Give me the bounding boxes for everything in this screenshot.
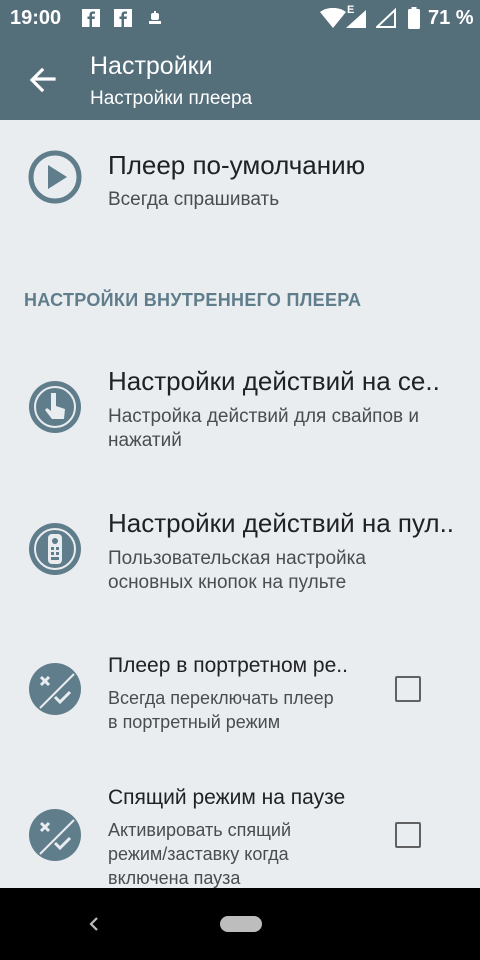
app-bar: Настройки Настройки плеера: [0, 36, 480, 120]
pref-sleep-on-pause[interactable]: Спящий режим на паузе Активировать спящи…: [0, 780, 480, 888]
pref-summary-line: Настройка действий для свайпов и: [108, 406, 420, 427]
pref-gesture-actions[interactable]: Настройки действий на се.. Настройка дей…: [0, 352, 480, 472]
pref-title: Настройки действий на пул..: [108, 508, 455, 538]
wifi-icon: [320, 8, 346, 28]
pref-title: Плеер в портретном ре..: [108, 654, 348, 677]
nav-home-pill[interactable]: [220, 916, 262, 932]
pref-summary-line: нажатий: [108, 430, 182, 451]
status-time: 19:00: [10, 7, 62, 29]
page-subtitle: Настройки плеера: [90, 88, 253, 109]
pref-title: Спящий режим на паузе: [108, 786, 346, 809]
settings-list: Плеер по-умолчанию Всегда спрашивать НАС…: [0, 120, 480, 888]
nav-back-icon[interactable]: [84, 912, 104, 936]
battery-icon: [408, 7, 420, 29]
toggle-check-icon: [29, 809, 81, 861]
pref-summary-line: Активировать спящий: [108, 820, 292, 840]
pref-summary-line: основных кнопок на пульте: [108, 572, 347, 593]
network-type-label: E: [347, 4, 355, 16]
pref-remote-actions[interactable]: Настройки действий на пул.. Пользователь…: [0, 494, 480, 614]
section-header: НАСТРОЙКИ ВНУТРЕННЕГО ПЛЕЕРА: [24, 290, 362, 310]
pref-default-player[interactable]: Плеер по-умолчанию Всегда спрашивать: [0, 120, 480, 260]
pref-summary-line: включена пауза: [108, 868, 241, 888]
remote-control-icon: [29, 523, 81, 575]
pref-summary-line: Всегда переключать плеер: [108, 688, 334, 708]
pref-summary-line: Пользовательская настройка: [108, 548, 366, 569]
play-circle-icon: [28, 150, 82, 204]
pref-title: Настройки действий на се..: [108, 366, 440, 396]
touch-gesture-icon: [29, 381, 81, 433]
portrait-player-checkbox[interactable]: [395, 676, 421, 702]
facebook-icon: [114, 9, 132, 27]
pref-title: Плеер по-умолчанию: [108, 150, 366, 180]
pref-summary: Всегда спрашивать: [108, 189, 280, 210]
sleep-on-pause-checkbox[interactable]: [395, 822, 421, 848]
pref-portrait-player[interactable]: Плеер в портретном ре.. Всегда переключа…: [0, 636, 480, 756]
pref-summary-line: в портретный режим: [108, 712, 281, 732]
back-arrow-icon[interactable]: [22, 60, 62, 100]
status-bar: 19:00 E 71 %: [0, 0, 480, 36]
notification-icon: [149, 11, 161, 24]
battery-percentage: 71 %: [428, 7, 474, 29]
page-title: Настройки: [90, 52, 213, 80]
pref-summary-line: режим/заставку когда: [108, 844, 289, 864]
navigation-bar: [0, 888, 480, 960]
toggle-check-icon: [29, 663, 81, 715]
signal-icon: [376, 8, 396, 28]
facebook-icon: [82, 9, 100, 27]
